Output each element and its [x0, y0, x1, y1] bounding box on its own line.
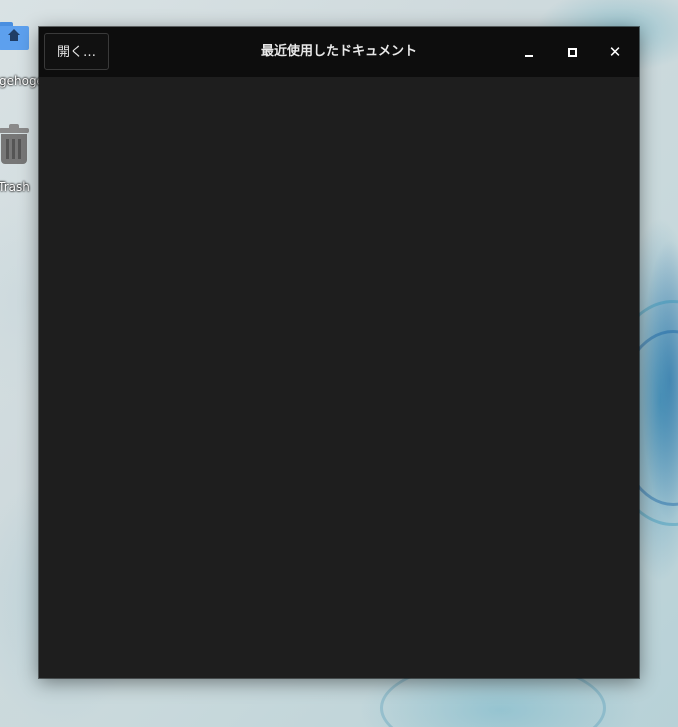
minimize-icon	[525, 55, 533, 57]
desktop-icon-label: hogehoge	[0, 74, 44, 88]
desktop-icon-trash[interactable]: Trash	[0, 124, 44, 194]
document-list-area[interactable]	[39, 77, 639, 678]
maximize-button[interactable]	[562, 42, 582, 62]
window-title: 最近使用したドキュメント	[260, 44, 417, 59]
home-folder-icon	[0, 20, 31, 52]
desktop-icon-label: Trash	[0, 180, 30, 194]
close-icon: ✕	[608, 43, 622, 61]
open-button[interactable]: 開く…	[44, 33, 109, 70]
titlebar[interactable]: 開く… 最近使用したドキュメント ✕	[39, 27, 639, 77]
desktop: hogehoge Trash 開く… 最近使用したドキュメント ✕	[0, 0, 678, 727]
trash-icon	[0, 124, 29, 164]
desktop-icon-home[interactable]: hogehoge	[0, 20, 44, 88]
recent-documents-window: 開く… 最近使用したドキュメント ✕	[39, 27, 639, 678]
minimize-button[interactable]	[519, 42, 539, 62]
maximize-icon	[568, 48, 577, 57]
close-button[interactable]: ✕	[605, 42, 625, 62]
